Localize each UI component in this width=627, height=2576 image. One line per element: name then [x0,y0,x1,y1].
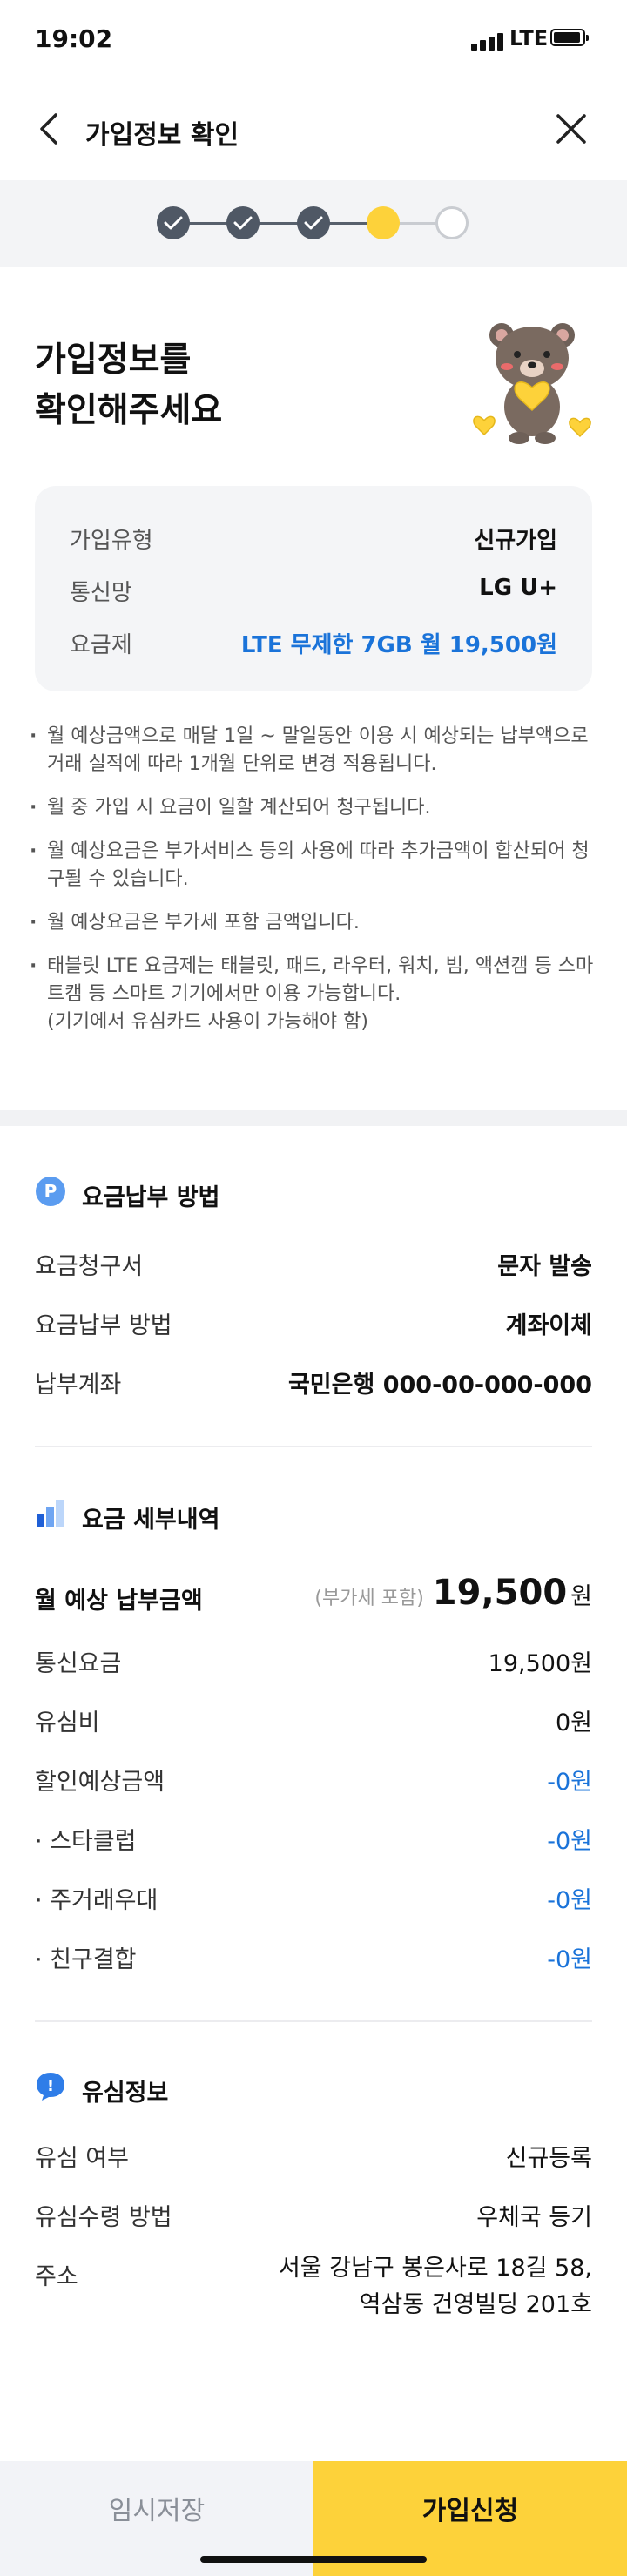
row-value: 국민은행 000-00-000-000 [287,1372,592,1399]
step-2-done [226,206,260,239]
summary-card: 가입유형 신규가입 통신망 LG U+ 요금제 LTE 무제한 7GB 월 19… [35,486,592,691]
notice-item: 월 예상금액으로 매달 1일 ~ 말일동안 이용 시 예상되는 납부액으로 거래… [30,723,596,779]
row-label: 유심 여부 [35,2145,129,2172]
notice-item: 월 예상요금은 부가서비스 등의 사용에 따라 추가금액이 합산되어 청구될 수… [30,838,596,894]
nav-bar: 가입정보 확인 [0,87,627,174]
payment-p-icon: P [36,1177,65,1206]
row-value: 계좌이체 [505,1312,592,1339]
payment-row: 요금청구서 문자 발송 [35,1244,592,1282]
close-icon[interactable] [552,110,590,148]
row-value: 신규등록 [505,2145,592,2172]
signal-icon [471,31,506,51]
row-label: 유심수령 방법 [35,2204,172,2231]
notice-item: 월 예상요금은 부가세 포함 금액입니다. [30,909,596,937]
fee-row: · 스타클럽 -0원 [35,1818,592,1857]
row-value: -0원 [547,1887,592,1914]
notice-item: 태블릿 LTE 요금제는 태블릿, 패드, 라우터, 워치, 빔, 액션캠 등 … [30,953,596,1036]
step-4-current [367,206,400,239]
headline: 가입정보를 확인해주세요 [35,335,222,436]
bar-chart-icon [37,1500,64,1527]
total-label: 월 예상 납부금액 [35,1588,203,1615]
address-line-2: 역삼동 건영빌딩 201호 [359,2291,592,2318]
total-unit: 원 [570,1583,592,1610]
usim-row: 유심 여부 신규등록 [35,2135,592,2174]
row-label: · 친구결합 [35,1946,137,1973]
fee-row: 유심비 0원 [35,1700,592,1738]
plan-value[interactable]: LTE 무제한 7GB 월 19,500원 [241,627,557,659]
row-value: 우체국 등기 [476,2204,592,2231]
row-value: -0원 [547,1828,592,1855]
check-icon [164,216,183,230]
row-value: 0원 [555,1709,592,1736]
row-label: 할인예상금액 [35,1769,165,1796]
divider-line [35,1446,592,1447]
speech-bubble-alert-icon: ! [37,2073,64,2101]
row-label: 주소 [35,2263,78,2290]
vat-included-note: (부가세 포함) [314,1588,424,1609]
row-label: 통신요금 [35,1650,122,1677]
summary-label: 요금제 [70,632,132,658]
section-divider [0,1110,627,1126]
total-value: (부가세 포함) 19,500 원 [314,1573,592,1613]
status-bar: 19:02 LTE [0,0,627,80]
status-time: 19:02 [35,24,113,53]
row-label: 요금청구서 [35,1253,144,1280]
row-value: 문자 발송 [497,1253,592,1280]
total-amount: 19,500 [432,1573,568,1613]
summary-row: 가입유형 신규가입 [70,519,557,557]
address-value: 서울 강남구 봉은사로 18길 58, 역삼동 건영빌딩 201호 [279,2250,592,2323]
notice-list: 월 예상금액으로 매달 1일 ~ 말일동안 이용 시 예상되는 납부액으로 거래… [30,723,596,1052]
fee-row: · 친구결합 -0원 [35,1937,592,1975]
page-title: 가입정보 확인 [85,120,239,151]
row-value: 19,500원 [488,1650,592,1677]
fee-row: 통신요금 19,500원 [35,1641,592,1679]
section-title: 요금 세부내역 [82,1507,220,1534]
row-label: 납부계좌 [35,1372,122,1399]
headline-line-2: 확인해주세요 [35,391,223,430]
summary-label: 가입유형 [70,528,153,554]
payment-row: 요금납부 방법 계좌이체 [35,1303,592,1341]
section-title: 요금납부 방법 [82,1184,220,1211]
notice-item: 월 중 가입 시 요금이 일할 계산되어 청구됩니다. [30,794,596,822]
row-label: · 스타클럽 [35,1828,137,1855]
check-icon [304,216,323,230]
row-label: 요금납부 방법 [35,1312,172,1339]
svg-text:!: ! [47,2077,54,2095]
step-3-done [297,206,330,239]
usim-row: 유심수령 방법 우체국 등기 [35,2195,592,2233]
summary-value: 신규가입 [474,528,557,554]
network-type: LTE [509,26,549,51]
headline-line-1: 가입정보를 [35,341,192,380]
total-row: 월 예상 납부금액 (부가세 포함) 19,500 원 [35,1573,592,1622]
home-indicator [200,2556,427,2563]
row-value: -0원 [547,1769,592,1796]
section-title: 유심정보 [82,2080,169,2107]
svg-text:P: P [44,1181,57,1202]
fee-row: · 주거래우대 -0원 [35,1878,592,1916]
back-arrow-icon[interactable] [31,110,70,148]
summary-label: 통신망 [70,580,132,606]
address-line-1: 서울 강남구 봉은사로 18길 58, [278,2255,592,2282]
row-label: 유심비 [35,1709,100,1736]
summary-row: 요금제 LTE 무제한 7GB 월 19,500원 [70,624,557,662]
progress-stepper [0,180,627,267]
step-1-done [157,206,190,239]
step-5-todo [435,206,469,239]
row-label: · 주거래우대 [35,1887,158,1914]
divider-line [35,2020,592,2022]
fee-row: 할인예상금액 -0원 [35,1759,592,1797]
summary-row: 통신망 LG U+ [70,571,557,610]
battery-icon [550,29,589,46]
address-row: 주소 서울 강남구 봉은사로 18길 58, 역삼동 건영빌딩 201호 [35,2254,592,2332]
summary-value: LG U+ [479,575,557,601]
row-value: -0원 [547,1946,592,1973]
bear-mascot-illustration [473,323,591,444]
payment-row: 납부계좌 국민은행 000-00-000-000 [35,1362,592,1400]
check-icon [233,216,253,230]
